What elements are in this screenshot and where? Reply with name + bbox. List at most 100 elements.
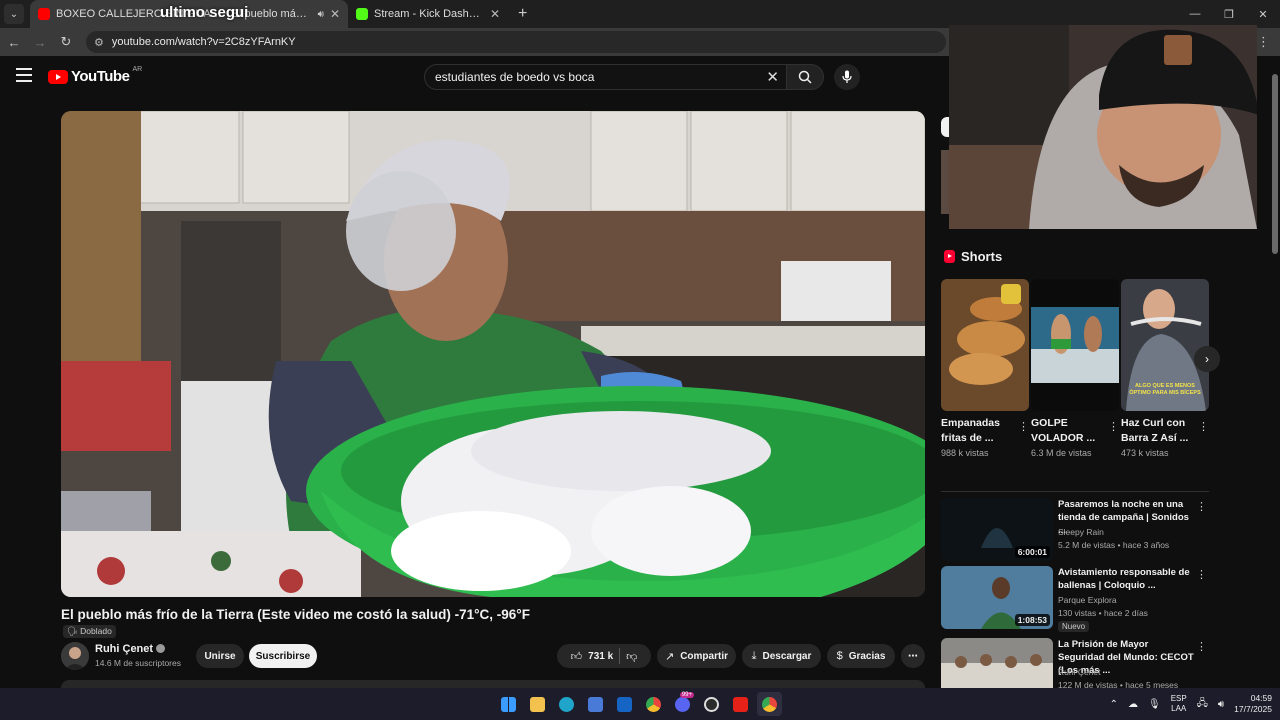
share-label: Compartir [680, 650, 728, 662]
short-title[interactable]: Haz Curl con Barra Z Así ... [1121, 416, 1195, 446]
taskbar-explorer[interactable] [525, 692, 550, 716]
country-code: AR [132, 66, 143, 73]
short-item[interactable]: GOLPE VOLADOR ... 6.3 M de vistas ⋮ [1031, 279, 1119, 458]
tab-kick-dashboard[interactable]: Stream - Kick Dashboard ✕ [348, 0, 508, 28]
scrollbar-thumb[interactable] [1272, 74, 1278, 254]
channel-name[interactable]: Ruhi Çenet [95, 643, 166, 655]
recommendation-thumbnail[interactable]: 6:00:01 [941, 498, 1053, 561]
recommendation-meta: 130 vistas • hace 2 días [1058, 608, 1148, 618]
taskbar-outlook[interactable] [612, 692, 637, 716]
thumbnail-strip [941, 150, 949, 214]
recommendation-meta: 5.2 M de vistas • hace 3 años [1058, 540, 1170, 550]
taskbar-chrome-active[interactable] [757, 692, 782, 716]
youtube-logo[interactable]: YouTube AR [48, 66, 143, 85]
url-text: youtube.com/watch?v=2C8zYFArnKY [111, 36, 296, 48]
lang-bottom: LAA [1171, 704, 1187, 713]
more-icon[interactable]: ⋮ [1108, 420, 1119, 433]
language-indicator[interactable]: ESP LAA [1171, 694, 1187, 714]
clear-search-icon[interactable]: ✕ [766, 68, 779, 86]
subscribe-button[interactable]: Suscribirse [249, 644, 317, 668]
chrome-icon [762, 696, 777, 712]
browser-menu-icon[interactable]: ⋮ [1257, 34, 1270, 50]
chrome-icon [646, 696, 661, 712]
cloud-icon[interactable]: ☁ [1128, 699, 1138, 710]
volume-icon[interactable]: 🔊︎ [1218, 699, 1224, 710]
more-actions-button[interactable]: ⋯ [901, 644, 925, 668]
reload-icon[interactable]: ↻ [54, 34, 78, 50]
short-thumbnail[interactable] [941, 279, 1029, 411]
new-tab-button[interactable]: + [518, 5, 527, 23]
speaker-icon[interactable]: 🔊︎ [318, 9, 324, 20]
recommendation-item[interactable]: 1:08:53 Avistamiento responsable de ball… [941, 566, 1211, 632]
like-count[interactable]: 731 k [588, 651, 613, 662]
boxing-thumbnail-image [1031, 279, 1119, 411]
start-button[interactable] [496, 692, 521, 716]
more-icon[interactable]: ⋮ [1196, 640, 1207, 653]
channel-avatar[interactable] [61, 642, 89, 670]
recommendation-thumbnail[interactable]: 1:08:53 [941, 566, 1053, 629]
short-title[interactable]: GOLPE VOLADOR ... [1031, 416, 1105, 446]
thanks-button[interactable]: $ Gracias [827, 644, 895, 668]
short-thumbnail[interactable] [1031, 279, 1119, 411]
short-item[interactable]: ALGO QUE ES MENOS ÓPTIMO PARA MIS BÍCEPS… [1121, 279, 1209, 458]
video-player[interactable] [61, 111, 925, 597]
taskbar-youtube[interactable] [728, 692, 753, 716]
shorts-next-button[interactable]: › [1194, 346, 1220, 372]
taskbar-store[interactable] [583, 692, 608, 716]
more-icon[interactable]: ⋮ [1196, 568, 1207, 581]
close-tab-icon[interactable]: ✕ [330, 7, 340, 21]
like-icon[interactable]: 👍︎ [571, 650, 583, 663]
clock-time: 04:59 [1250, 693, 1272, 703]
channel-name-text: Ruhi Çenet [95, 643, 154, 655]
recommendation-channel[interactable]: Parque Explora [1058, 595, 1117, 605]
folder-icon [530, 696, 545, 712]
recommendation-channel[interactable]: Ruhi Çenet [1058, 667, 1101, 677]
page-scrollbar[interactable] [1272, 62, 1278, 688]
recommendation-channel[interactable]: Sleepy Rain [1058, 527, 1104, 537]
share-button[interactable]: ↗ Compartir [657, 644, 736, 668]
close-window-icon[interactable]: ✕ [1246, 0, 1280, 28]
short-title[interactable]: Empanadas fritas de ... [941, 416, 1015, 446]
more-icon[interactable]: ⋮ [1198, 420, 1209, 433]
close-tab-icon[interactable]: ✕ [490, 7, 500, 21]
url-field[interactable]: ⚙ youtube.com/watch?v=2C8zYFArnKY [86, 31, 946, 53]
stream-overlay-text: ultimo segui [160, 4, 249, 21]
download-button[interactable]: ⤓ Descargar [742, 644, 821, 668]
video-duration: 6:00:01 [1014, 546, 1050, 558]
search-input[interactable]: estudiantes de boedo vs boca ✕ [424, 64, 788, 90]
microphone-tray-icon[interactable]: 🎙︎ [1148, 699, 1161, 710]
taskbar-edge[interactable] [554, 692, 579, 716]
site-info-icon[interactable]: ⚙ [94, 36, 104, 49]
more-icon[interactable]: ⋮ [1018, 420, 1029, 433]
share-icon: ↗ [664, 650, 675, 663]
restore-icon[interactable]: ❐ [1212, 0, 1246, 28]
short-item[interactable]: Empanadas fritas de ... 988 k vistas ⋮ [941, 279, 1029, 458]
back-icon[interactable]: ← [2, 35, 26, 50]
join-button[interactable]: Unirse [196, 644, 244, 668]
window-controls: — ❐ ✕ [1178, 0, 1280, 28]
obs-icon [704, 696, 719, 712]
system-tray: ⌃ ☁ 🎙︎ ESP LAA 🖧︎ 🔊︎ 04:59 17/7/2025 [1110, 688, 1272, 720]
voice-search-button[interactable] [834, 64, 860, 90]
taskbar-discord[interactable]: 99+ [670, 692, 695, 716]
taskbar-obs[interactable] [699, 692, 724, 716]
network-icon[interactable]: 🖧︎ [1197, 696, 1208, 713]
windows-icon [501, 696, 516, 712]
recommendation-title[interactable]: Avistamiento responsable de ballenas | C… [1058, 566, 1196, 592]
tab-kick-label: Stream - Kick Dashboard [374, 8, 484, 20]
minimize-icon[interactable]: — [1178, 0, 1212, 28]
subscriber-count: 14.6 M de suscriptores [95, 658, 181, 668]
more-icon[interactable]: ⋮ [1196, 500, 1207, 513]
tray-overflow-icon[interactable]: ⌃ [1110, 699, 1118, 710]
short-thumbnail[interactable]: ALGO QUE ES MENOS ÓPTIMO PARA MIS BÍCEPS [1121, 279, 1209, 411]
edge-icon [559, 696, 574, 712]
taskbar-chrome[interactable] [641, 692, 666, 716]
dislike-icon[interactable]: 👎︎ [626, 650, 637, 663]
clock[interactable]: 04:59 17/7/2025 [1234, 693, 1272, 715]
menu-icon[interactable] [16, 68, 32, 82]
tab-search-dropdown[interactable]: ⌄ [4, 4, 24, 24]
search-button[interactable] [786, 64, 824, 90]
forward-icon[interactable]: → [28, 35, 52, 50]
video-frame-image [61, 111, 925, 597]
recommendation-item[interactable]: 6:00:01 Pasaremos la noche en una tienda… [941, 498, 1211, 562]
